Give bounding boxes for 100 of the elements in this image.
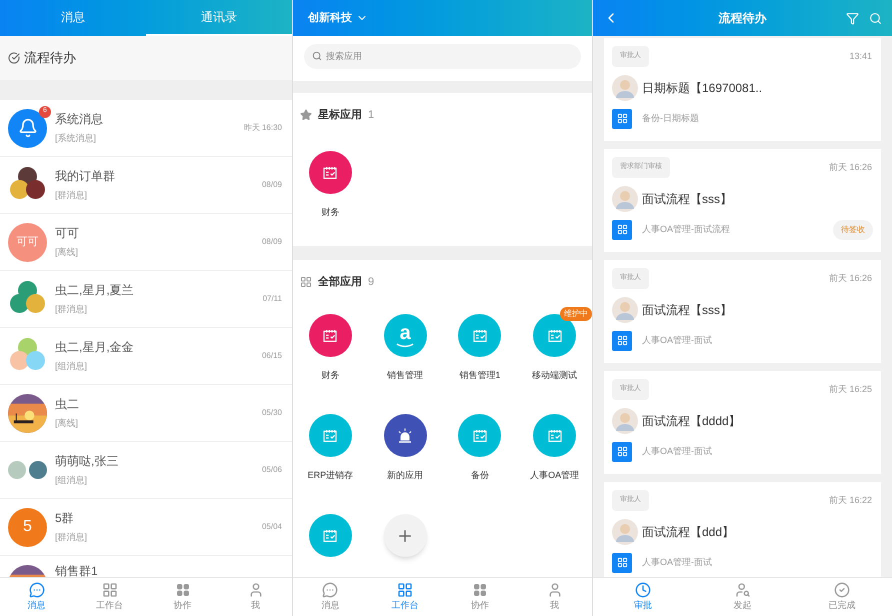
nav-tab[interactable]: 审批: [593, 578, 693, 616]
app-label: 财务: [321, 369, 340, 382]
section-count: 1: [368, 108, 374, 122]
user-icon: [248, 582, 264, 598]
app-icon[interactable]: [308, 151, 352, 194]
card-app: 人事OA管理-面试流程: [642, 222, 732, 236]
card-time: 前天 16:26: [828, 272, 873, 285]
nav-tab[interactable]: 协作: [442, 578, 518, 616]
chat-name: 虫二,星月,金金: [55, 339, 135, 356]
avatar: [612, 296, 638, 322]
filter-icon[interactable]: [846, 12, 859, 24]
chat-name: 虫二: [55, 396, 80, 414]
chat-row[interactable]: 萌萌哒,张三 [组消息] 05/06: [0, 442, 292, 499]
nav-tab[interactable]: 我: [219, 578, 292, 616]
section-count: 9: [368, 274, 374, 290]
nav-tab[interactable]: 消息: [293, 578, 368, 616]
chat-name: 可可: [55, 225, 80, 242]
app-label: ERP进销存: [308, 469, 354, 482]
grid-icon: [616, 224, 628, 235]
card-time: 前天 16:22: [828, 494, 873, 507]
nav-tab[interactable]: 发起: [692, 578, 792, 616]
chat-name: 销售群1: [55, 563, 99, 577]
grid-icon: [616, 335, 628, 346]
org-switcher[interactable]: 创新科技: [308, 10, 368, 26]
star-icon: [300, 108, 312, 121]
card-app: 人事OA管理-面试: [642, 444, 714, 458]
app-icon[interactable]: [308, 314, 352, 357]
chat-name: 我的订单群: [55, 168, 116, 186]
app-label: 销售管理: [387, 369, 424, 382]
alarm-light-icon: [396, 426, 414, 444]
chat-row[interactable]: 虫二,星月,夏兰 [群消息] 07/11: [0, 271, 292, 328]
app-label: 新的应用: [387, 469, 424, 482]
app-label: 移动端测试: [532, 369, 578, 382]
card-app: 人事OA管理-面试: [642, 556, 714, 569]
chat-time: 05/04: [262, 521, 282, 533]
screen-title: 流程待办: [718, 10, 768, 27]
chat-time: 08/09: [262, 236, 282, 248]
card-time: 前天 16:26: [828, 161, 873, 174]
calendar-check-icon: [322, 328, 338, 344]
chat-preview: [群消息]: [55, 189, 88, 202]
user-icon: [546, 582, 563, 598]
todo-entry[interactable]: 流程待办: [0, 36, 292, 80]
chat-row[interactable]: 5 5群 [群消息] 05/04: [0, 499, 292, 556]
status-badge: 维护中: [560, 307, 592, 321]
avatar: [612, 74, 638, 100]
avatar: [612, 186, 638, 212]
card-title: 面试流程【sss】: [642, 190, 732, 208]
grid-icon: [616, 557, 628, 568]
chat-name: 5群: [55, 510, 75, 528]
check-circle-icon: [834, 582, 850, 598]
avatar: [612, 408, 638, 434]
status-tag: 待签收: [833, 220, 873, 240]
card-app: 人事OA管理-面试: [642, 334, 714, 347]
nav-tab[interactable]: 工作台: [368, 578, 442, 616]
app-label: 销售管理1: [459, 369, 500, 382]
apps-icon: [472, 582, 488, 598]
chat-preview: [系统消息]: [55, 132, 98, 146]
search-field[interactable]: 搜索应用: [304, 44, 581, 68]
bell-icon: [18, 118, 38, 138]
check-circle-icon: [8, 52, 20, 64]
chat-row[interactable]: 可可 可可 [离线] 08/09: [0, 214, 292, 271]
chat-row[interactable]: 虫二 [离线] 05/30: [0, 385, 292, 442]
nav-tab[interactable]: 消息: [0, 578, 73, 616]
clock-icon: [634, 582, 651, 598]
apps-icon: [174, 582, 190, 598]
card-title: 面试流程【ddd】: [642, 524, 734, 540]
app-label: 财务: [321, 206, 340, 219]
grid-icon: [102, 582, 118, 598]
avatar: [612, 518, 638, 544]
app-glyph: a: [400, 323, 411, 343]
section-title: 全部应用: [318, 274, 362, 290]
grid-icon: [397, 582, 414, 598]
calendar-check-icon: [322, 164, 338, 180]
chat-preview: [离线]: [55, 417, 80, 430]
chat-preview: [离线]: [55, 246, 80, 260]
chat-row[interactable]: 虫二,星月,金金 [组消息] 06/15: [0, 328, 292, 385]
chat-preview: [群消息]: [55, 303, 88, 316]
chat-time: 05/06: [262, 464, 282, 476]
nav-tab[interactable]: 已完成: [792, 578, 892, 616]
chat-preview: [群消息]: [55, 531, 88, 544]
calendar-check-icon: [546, 328, 563, 344]
calendar-check-icon: [472, 328, 488, 344]
chat-time: 08/09: [262, 179, 282, 191]
user-search-icon: [734, 582, 750, 598]
chat-row[interactable]: 我的订单群 [群消息] 08/09: [0, 157, 292, 214]
grid-icon: [616, 446, 628, 457]
card-title: 面试流程【sss】: [642, 302, 732, 318]
search-icon[interactable]: [869, 12, 882, 24]
chat-time: 06/15: [262, 350, 282, 362]
nav-tab[interactable]: 我: [517, 578, 592, 616]
nav-tab[interactable]: 协作: [146, 578, 219, 616]
nav-tab[interactable]: 工作台: [73, 578, 146, 616]
card-app: 备份-日期标题: [642, 112, 700, 125]
chat-time: 昨天 16:30: [244, 122, 282, 134]
avatar: 可可: [8, 222, 47, 262]
grid-icon: [300, 276, 312, 288]
app-icon[interactable]: [384, 414, 427, 457]
calendar-check-icon: [322, 528, 338, 544]
chat-name: 萌萌哒,张三: [55, 453, 120, 470]
chat-name: 系统消息: [55, 111, 104, 128]
